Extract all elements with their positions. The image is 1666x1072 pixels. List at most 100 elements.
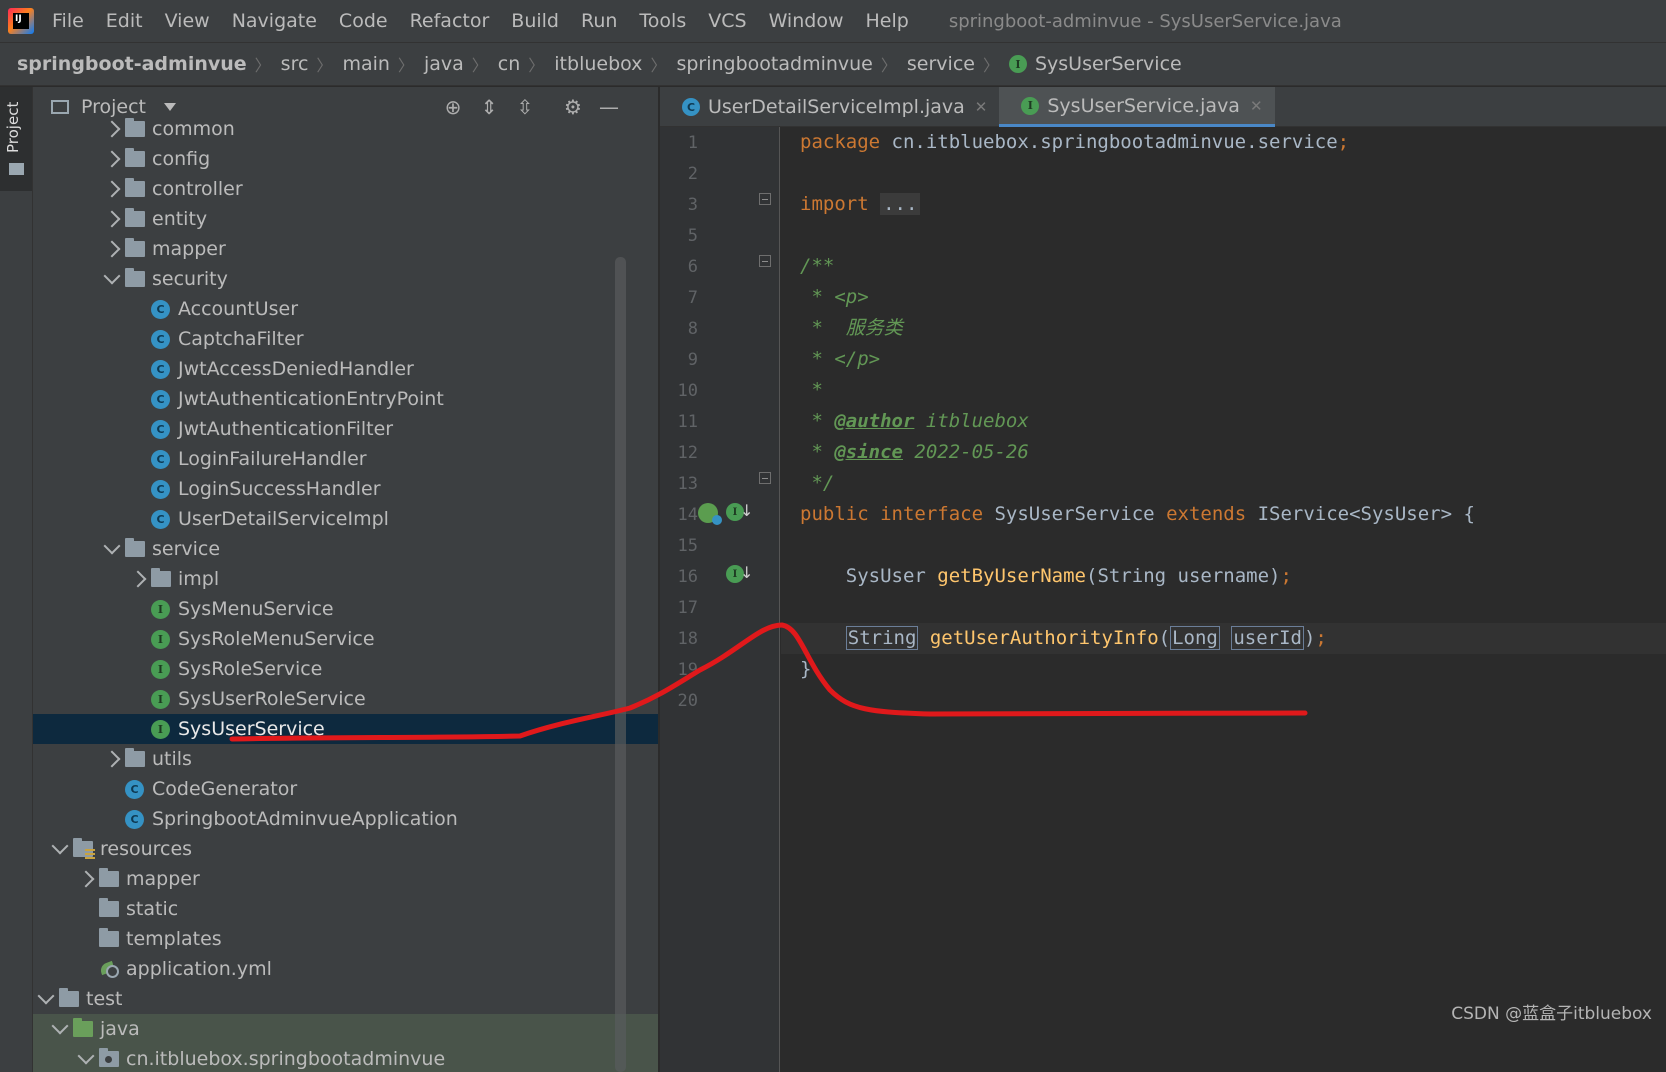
chevron-down-icon[interactable] <box>164 103 177 111</box>
tree-item-resources[interactable]: resources <box>33 834 658 864</box>
tree-item-cn-itbluebox-springbootadminvue[interactable]: cn.itbluebox.springbootadminvue <box>33 1044 658 1072</box>
chevron-right-icon[interactable] <box>129 570 147 588</box>
breadcrumb-separator-icon: 〉 <box>254 56 271 75</box>
close-icon[interactable]: ✕ <box>975 98 988 116</box>
tree-expander[interactable] <box>47 1017 73 1035</box>
tree-item-jwtauthenticationfilter[interactable]: C JwtAuthenticationFilter <box>33 414 658 444</box>
tab-sysuserservice[interactable]: I SysUserService.java ✕ <box>999 87 1275 127</box>
tree-item-accountuser[interactable]: C AccountUser <box>33 294 658 324</box>
tree-item-sysrolemenuservice[interactable]: I SysRoleMenuService <box>33 624 658 654</box>
tree-item-label: mapper <box>126 868 200 890</box>
folder-icon <box>125 748 145 767</box>
breadcrumb-item-sysuserservice[interactable]: I SysUserService <box>1008 53 1182 75</box>
tree-item-sysuserservice[interactable]: I SysUserService <box>33 714 658 744</box>
menu-build[interactable]: Build <box>511 10 559 32</box>
breadcrumb-item-project[interactable]: springboot-adminvue <box>17 53 247 75</box>
tab-userdetailserviceimpl[interactable]: C UserDetailServiceImpl.java ✕ <box>660 87 999 127</box>
menu-window[interactable]: Window <box>769 10 844 32</box>
chevron-down-icon[interactable] <box>77 1047 95 1065</box>
chevron-down-icon[interactable] <box>51 837 69 855</box>
tree-item-loginsuccesshandler[interactable]: C LoginSuccessHandler <box>33 474 658 504</box>
tree-item-springbootadminvueapplication[interactable]: C SpringbootAdminvueApplication <box>33 804 658 834</box>
menu-code[interactable]: Code <box>339 10 388 32</box>
tree-item-utils[interactable]: utils <box>33 744 658 774</box>
tree-item-captchafilter[interactable]: C CaptchaFilter <box>33 324 658 354</box>
tree-item-userdetailserviceimpl[interactable]: C UserDetailServiceImpl <box>33 504 658 534</box>
tree-item-mapper[interactable]: mapper <box>33 234 658 264</box>
menu-file[interactable]: File <box>52 10 84 32</box>
tree-item-mapper[interactable]: mapper <box>33 864 658 894</box>
menu-edit[interactable]: Edit <box>106 10 143 32</box>
tree-expander[interactable] <box>99 120 125 138</box>
menu-refactor[interactable]: Refactor <box>410 10 490 32</box>
menu-run[interactable]: Run <box>581 10 617 32</box>
tree-expander[interactable] <box>33 987 59 1005</box>
fold-expand-icon[interactable] <box>759 193 771 205</box>
breadcrumb-item-src[interactable]: src <box>281 53 309 75</box>
tree-expander[interactable] <box>99 180 125 198</box>
tree-item-templates[interactable]: templates <box>33 924 658 954</box>
tree-item-service[interactable]: service <box>33 534 658 564</box>
tree-item-java[interactable]: java <box>33 1014 658 1044</box>
tree-expander[interactable] <box>99 750 125 768</box>
chevron-down-icon[interactable] <box>51 1017 69 1035</box>
tree-item-label: SysRoleService <box>178 658 323 680</box>
tree-item-jwtaccessdeniedhandler[interactable]: C JwtAccessDeniedHandler <box>33 354 658 384</box>
tree-item-security[interactable]: security <box>33 264 658 294</box>
chevron-down-icon[interactable] <box>103 267 121 285</box>
breadcrumb-item-itbluebox[interactable]: itbluebox <box>554 53 642 75</box>
menu-tools[interactable]: Tools <box>639 10 686 32</box>
code-line: /** <box>800 255 835 277</box>
breadcrumb-item-service[interactable]: service <box>907 53 975 75</box>
tree-item-config[interactable]: config <box>33 144 658 174</box>
chevron-right-icon[interactable] <box>103 150 121 168</box>
tree-item-jwtauthenticationentrypoint[interactable]: C JwtAuthenticationEntryPoint <box>33 384 658 414</box>
menu-view[interactable]: View <box>165 10 210 32</box>
tree-item-entity[interactable]: entity <box>33 204 658 234</box>
tree-item-sysmenuservice[interactable]: I SysMenuService <box>33 594 658 624</box>
tree-item-common[interactable]: common <box>33 114 658 144</box>
tree-item-controller[interactable]: controller <box>33 174 658 204</box>
chevron-right-icon[interactable] <box>103 210 121 228</box>
tree-expander[interactable] <box>125 570 151 588</box>
chevron-down-icon[interactable] <box>37 987 55 1005</box>
breadcrumb-item-java[interactable]: java <box>424 53 464 75</box>
menu-navigate[interactable]: Navigate <box>232 10 317 32</box>
tree-expander[interactable] <box>99 210 125 228</box>
tree-item-sysroleservice[interactable]: I SysRoleService <box>33 654 658 684</box>
tree-item-loginfailurehandler[interactable]: C LoginFailureHandler <box>33 444 658 474</box>
tree-expander[interactable] <box>47 837 73 855</box>
tree-item-application-yml[interactable]: application.yml <box>33 954 658 984</box>
fold-collapse-icon[interactable] <box>759 255 771 267</box>
chevron-right-icon[interactable] <box>103 180 121 198</box>
folder-icon <box>99 898 119 917</box>
folded-imports[interactable]: ... <box>880 193 921 215</box>
chevron-right-icon[interactable] <box>77 870 95 888</box>
tree-item-test[interactable]: test <box>33 984 658 1014</box>
breadcrumb-item-main[interactable]: main <box>342 53 389 75</box>
chevron-down-icon[interactable] <box>103 537 121 555</box>
tree-expander[interactable] <box>99 267 125 285</box>
code-area[interactable]: package cn.itbluebox.springbootadminvue.… <box>781 127 1666 1072</box>
menu-help[interactable]: Help <box>865 10 908 32</box>
breadcrumb-item-springbootadminvue[interactable]: springbootadminvue <box>676 53 872 75</box>
tree-item-sysuserroleservice[interactable]: I SysUserRoleService <box>33 684 658 714</box>
fold-end-icon[interactable] <box>759 472 771 484</box>
tree-item-impl[interactable]: impl <box>33 564 658 594</box>
implemented-by-icon[interactable] <box>698 503 722 525</box>
menu-vcs[interactable]: VCS <box>708 10 746 32</box>
tree-expander[interactable] <box>99 240 125 258</box>
project-tool-window-button[interactable]: Project <box>0 87 32 191</box>
breadcrumb-item-cn[interactable]: cn <box>498 53 521 75</box>
scrollbar[interactable] <box>615 257 626 1072</box>
tree-expander[interactable] <box>99 537 125 555</box>
tree-expander[interactable] <box>99 150 125 168</box>
chevron-right-icon[interactable] <box>103 240 121 258</box>
tree-expander[interactable] <box>73 870 99 888</box>
close-icon[interactable]: ✕ <box>1250 97 1263 115</box>
tree-expander[interactable] <box>73 1047 99 1065</box>
tree-item-codegenerator[interactable]: C CodeGenerator <box>33 774 658 804</box>
chevron-right-icon[interactable] <box>103 120 121 138</box>
chevron-right-icon[interactable] <box>103 750 121 768</box>
tree-item-static[interactable]: static <box>33 894 658 924</box>
